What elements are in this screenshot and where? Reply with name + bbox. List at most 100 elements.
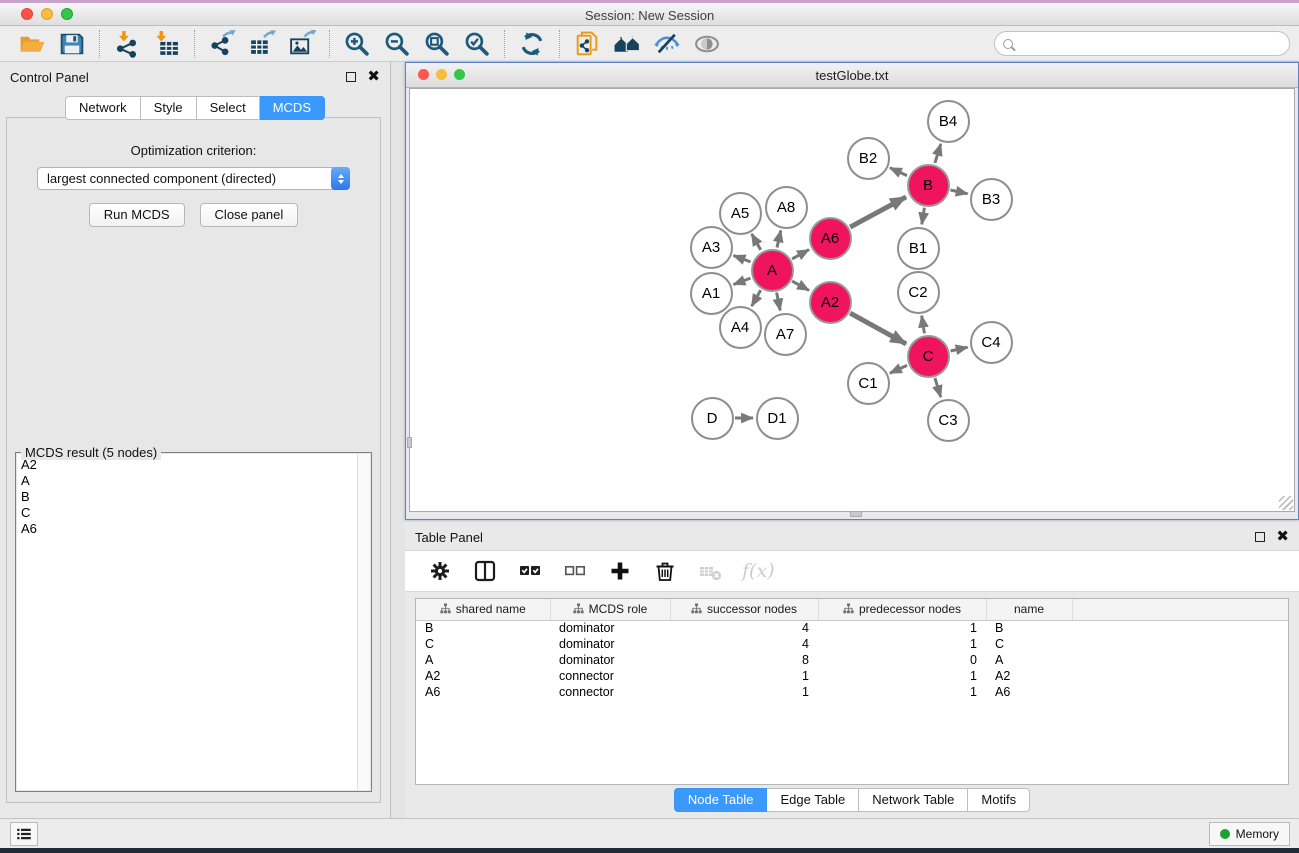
graph-node-A4[interactable]: A4: [719, 306, 762, 349]
zoom-fit-icon[interactable]: [417, 29, 457, 59]
control-panel-header: Control Panel ✖: [0, 62, 390, 92]
toolbar-separator: [559, 30, 560, 58]
import-network-icon[interactable]: [107, 29, 147, 59]
canvas-resize-grip[interactable]: [1279, 496, 1293, 510]
memory-button[interactable]: Memory: [1209, 822, 1290, 846]
tab-motifs[interactable]: Motifs: [968, 788, 1030, 812]
table-row[interactable]: A6connector11A6: [416, 684, 1288, 700]
tab-network[interactable]: Network: [65, 96, 141, 120]
graph-node-A[interactable]: A: [751, 249, 794, 292]
toolbar-separator: [99, 30, 100, 58]
graph-node-A2[interactable]: A2: [809, 281, 852, 324]
table-panel-title: Table Panel: [415, 530, 483, 545]
graph-node-C[interactable]: C: [907, 335, 950, 378]
table-toolbar: f(x): [405, 550, 1299, 592]
mcds-result-list[interactable]: A2ABCA6: [17, 454, 370, 790]
column-header-shared-name[interactable]: shared name: [416, 599, 550, 620]
open-file-icon[interactable]: [12, 29, 52, 59]
delete-columns-icon[interactable]: [652, 558, 678, 584]
graph-node-B1[interactable]: B1: [897, 227, 940, 270]
search-icon: [1003, 39, 1013, 49]
float-table-panel-icon[interactable]: [1255, 532, 1265, 542]
graph-node-B2[interactable]: B2: [847, 137, 890, 180]
float-panel-icon[interactable]: [346, 72, 356, 82]
table-row[interactable]: Bdominator41B: [416, 620, 1288, 636]
graph-node-C1[interactable]: C1: [847, 362, 890, 405]
table-row[interactable]: Cdominator41C: [416, 636, 1288, 652]
tab-select[interactable]: Select: [197, 96, 260, 120]
graph-node-A5[interactable]: A5: [719, 192, 762, 235]
network-view-window: testGlobe.txt B4 B2 B B3 A8A5 A6 A3 B1 A C2 A1 A2 A4…: [405, 62, 1299, 520]
hide-graphics-details-icon[interactable]: [647, 29, 687, 59]
unselect-all-columns-icon[interactable]: [562, 558, 588, 584]
tab-node-table[interactable]: Node Table: [674, 788, 768, 812]
optimization-criterion-dropdown[interactable]: largest connected component (directed): [37, 167, 350, 190]
graph-node-A8[interactable]: A8: [765, 186, 808, 229]
task-history-button[interactable]: [10, 822, 38, 846]
mcds-result-item[interactable]: A6: [21, 521, 370, 537]
clone-network-icon[interactable]: [567, 29, 607, 59]
column-header-filler: [1072, 599, 1288, 620]
mcds-result-item[interactable]: B: [21, 489, 370, 505]
toolbar-separator: [329, 30, 330, 58]
network-minimize-button[interactable]: [436, 69, 447, 80]
graph-node-D1[interactable]: D1: [756, 397, 799, 440]
search-box[interactable]: [994, 31, 1290, 56]
import-table-icon[interactable]: [147, 29, 187, 59]
network-vertical-scroll-handle[interactable]: [407, 437, 412, 448]
graph-node-A3[interactable]: A3: [690, 226, 733, 269]
home-icon[interactable]: [607, 29, 647, 59]
show-graphics-details-icon[interactable]: [687, 29, 727, 59]
network-close-button[interactable]: [418, 69, 429, 80]
graph-node-D[interactable]: D: [691, 397, 734, 440]
close-panel-button[interactable]: Close panel: [200, 203, 299, 227]
zoom-out-icon[interactable]: [377, 29, 417, 59]
tab-mcds[interactable]: MCDS: [260, 96, 325, 120]
table-row[interactable]: Adominator80A: [416, 652, 1288, 668]
tab-edge-table[interactable]: Edge Table: [767, 788, 859, 812]
graph-node-A7[interactable]: A7: [764, 313, 807, 356]
graph-node-B[interactable]: B: [907, 164, 950, 207]
zoom-selected-icon[interactable]: [457, 29, 497, 59]
export-network-icon[interactable]: [202, 29, 242, 59]
column-header-MCDS-role[interactable]: MCDS role: [550, 599, 670, 620]
table-settings-icon[interactable]: [427, 558, 453, 584]
close-table-panel-icon[interactable]: ✖: [1276, 531, 1289, 542]
graph-node-C3[interactable]: C3: [927, 399, 970, 442]
graph-node-A1[interactable]: A1: [690, 272, 733, 315]
run-mcds-button[interactable]: Run MCDS: [89, 203, 185, 227]
search-input[interactable]: [1019, 37, 1281, 51]
network-horizontal-scroll-handle[interactable]: [850, 511, 862, 517]
mcds-tab-content: Optimization criterion: largest connecte…: [6, 117, 381, 803]
export-image-icon[interactable]: [282, 29, 322, 59]
network-window-title: testGlobe.txt: [406, 63, 1298, 83]
export-table-icon[interactable]: [242, 29, 282, 59]
table-panel-tabs: Node TableEdge TableNetwork TableMotifs: [405, 788, 1299, 812]
node-table[interactable]: shared nameMCDS rolesuccessor nodesprede…: [415, 598, 1289, 785]
zoom-in-icon[interactable]: [337, 29, 377, 59]
network-maximize-button[interactable]: [454, 69, 465, 80]
split-panel-icon[interactable]: [472, 558, 498, 584]
column-header-successor-nodes[interactable]: successor nodes: [670, 599, 818, 620]
graph-node-C4[interactable]: C4: [970, 321, 1013, 364]
toolbar-separator: [194, 30, 195, 58]
column-header-name[interactable]: name: [986, 599, 1072, 620]
desktop-strip-bottom: [0, 848, 1299, 853]
graph-node-A6[interactable]: A6: [809, 217, 852, 260]
mcds-result-item[interactable]: C: [21, 505, 370, 521]
graph-node-B4[interactable]: B4: [927, 100, 970, 143]
refresh-icon[interactable]: [512, 29, 552, 59]
network-canvas[interactable]: B4 B2 B B3 A8A5 A6 A3 B1 A C2 A1 A2 A4A7 C4 C C1 C3 D D1: [409, 88, 1295, 512]
graph-node-B3[interactable]: B3: [970, 178, 1013, 221]
graph-node-C2[interactable]: C2: [897, 271, 940, 314]
column-header-predecessor-nodes[interactable]: predecessor nodes: [818, 599, 986, 620]
mcds-result-scrollbar[interactable]: [357, 454, 370, 790]
table-row[interactable]: A2connector11A2: [416, 668, 1288, 684]
close-panel-icon[interactable]: ✖: [367, 71, 380, 82]
tab-style[interactable]: Style: [141, 96, 197, 120]
select-all-columns-icon[interactable]: [517, 558, 543, 584]
mcds-result-item[interactable]: A: [21, 473, 370, 489]
tab-network-table[interactable]: Network Table: [859, 788, 968, 812]
create-column-icon[interactable]: [607, 558, 633, 584]
save-session-icon[interactable]: [52, 29, 92, 59]
